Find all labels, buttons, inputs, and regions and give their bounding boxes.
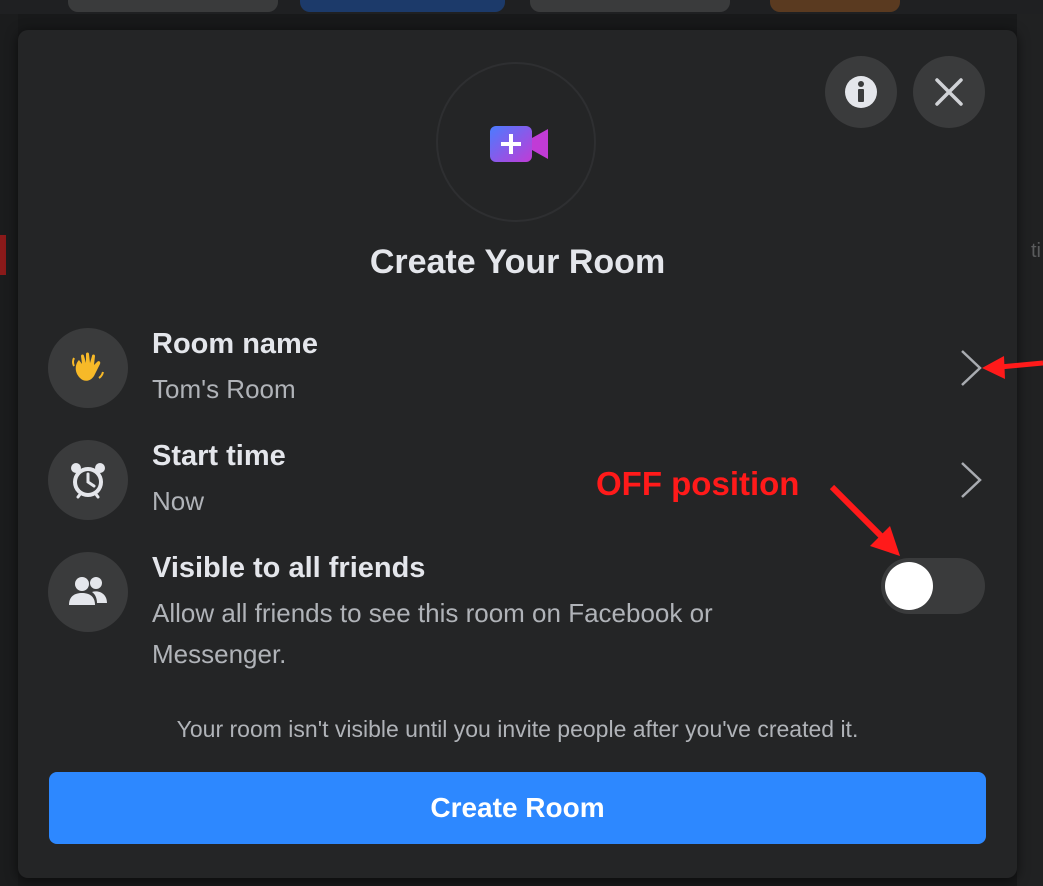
room-name-label: Room name xyxy=(152,328,318,360)
background-left-edge xyxy=(0,14,18,886)
hero-circle xyxy=(436,62,596,222)
info-button[interactable] xyxy=(825,56,897,128)
visible-to-friends-row: Visible to all friends Allow all friends… xyxy=(48,552,988,672)
background-right-edge xyxy=(1017,14,1043,886)
background-chip xyxy=(770,0,900,12)
info-icon xyxy=(845,76,877,108)
visibility-note: Your room isn't visible until you invite… xyxy=(176,716,859,742)
room-name-row[interactable]: Room name Tom's Room xyxy=(48,328,988,410)
create-room-button[interactable]: Create Room xyxy=(49,772,986,844)
friends-icon xyxy=(48,552,128,632)
close-button[interactable] xyxy=(913,56,985,128)
toggle-knob xyxy=(885,562,933,610)
background-text-fragment: ti xyxy=(1031,240,1041,262)
background-chip xyxy=(530,0,730,12)
alarm-clock-icon xyxy=(48,440,128,520)
visible-to-friends-description: Allow all friends to see this room on Fa… xyxy=(152,598,713,669)
chevron-right-icon[interactable] xyxy=(952,348,988,388)
dialog-title: Create Your Room xyxy=(369,243,666,281)
close-icon xyxy=(935,78,963,106)
create-room-dialog: Create Your Room Room name Tom's Room St… xyxy=(18,30,1017,878)
background-red-marker xyxy=(0,235,6,275)
background-chip xyxy=(300,0,505,12)
waving-hand-icon xyxy=(48,328,128,408)
start-time-row[interactable]: Start time Now xyxy=(48,440,988,522)
visibility-toggle[interactable] xyxy=(881,558,985,614)
room-name-value: Tom's Room xyxy=(152,374,296,404)
background-chip xyxy=(68,0,278,12)
video-camera-plus-icon xyxy=(490,126,548,162)
off-position-annotation: OFF position xyxy=(596,465,800,502)
visible-to-friends-label: Visible to all friends xyxy=(152,552,426,584)
chevron-right-icon[interactable] xyxy=(952,460,988,500)
start-time-label: Start time xyxy=(152,440,286,472)
